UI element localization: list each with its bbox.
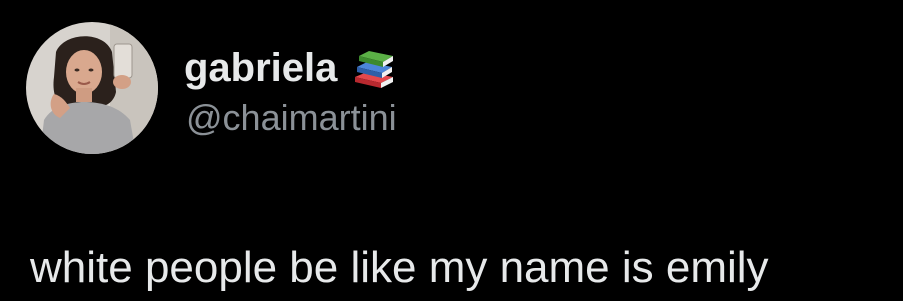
author-handle[interactable]: @chaimartini (186, 96, 397, 140)
tweet-text: white people be like my name is emily (30, 243, 769, 292)
books-icon (351, 45, 397, 91)
avatar[interactable] (26, 22, 158, 154)
avatar-photo (26, 22, 158, 154)
author-name-row[interactable]: gabriela (184, 38, 397, 98)
tweet-card: gabriela @chaimartini white people be li… (0, 0, 903, 301)
display-name[interactable]: gabriela (184, 48, 337, 88)
